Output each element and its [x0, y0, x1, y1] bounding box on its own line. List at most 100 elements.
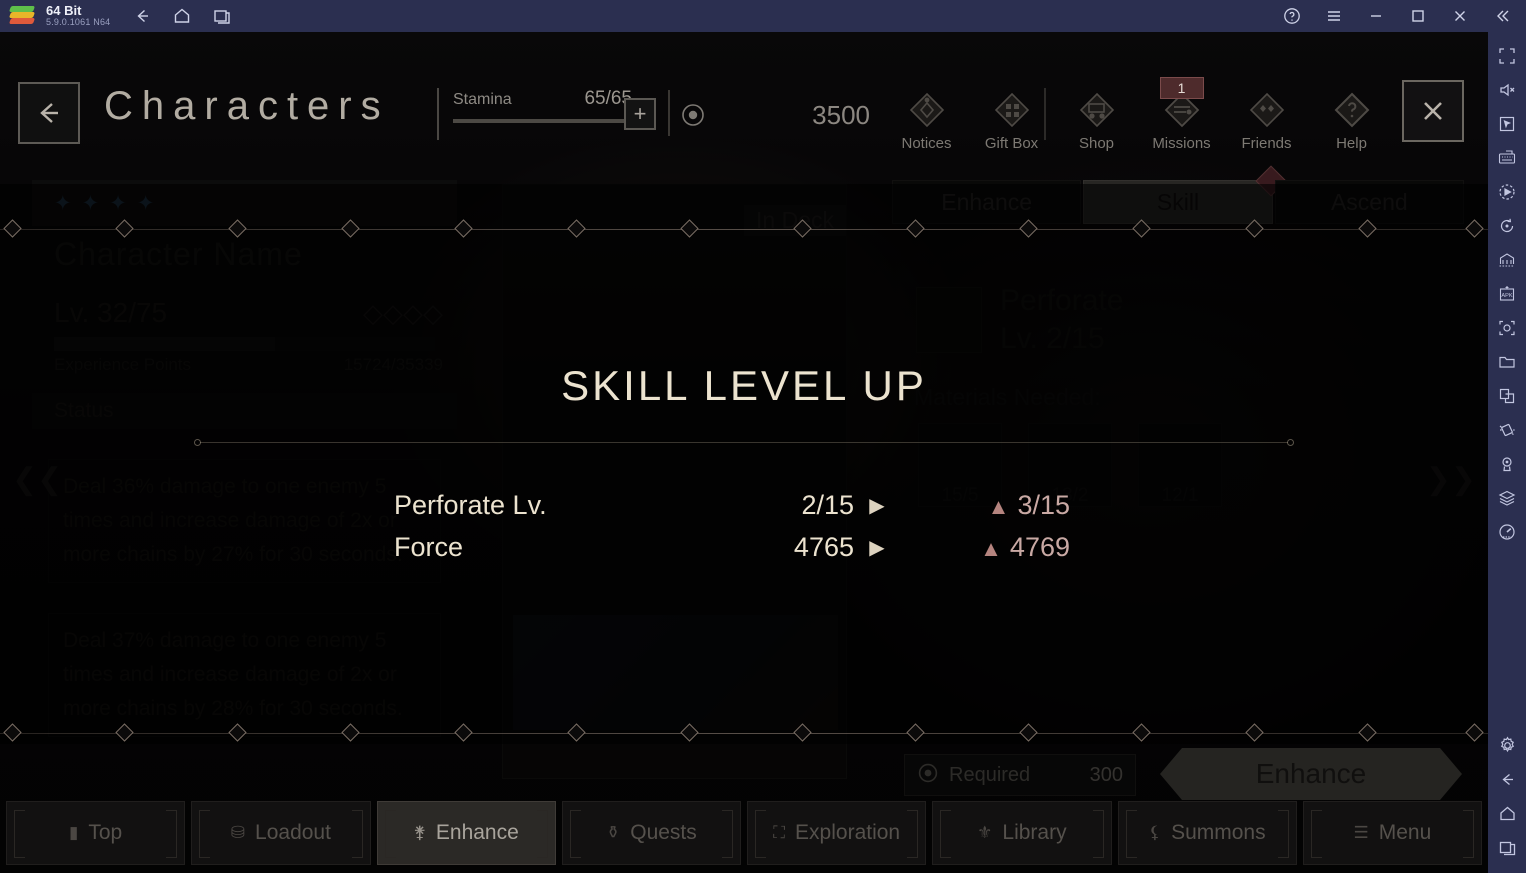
nav-shop[interactable]: Shop: [1054, 87, 1139, 152]
titlebar-window-controls: [1282, 6, 1526, 26]
bottom-nav-top-label: Top: [88, 821, 123, 844]
nav-help[interactable]: Help: [1309, 87, 1394, 152]
nav-giftbox-label: Gift Box: [984, 135, 1039, 152]
bottom-nav-library[interactable]: ⚜ Library: [932, 801, 1112, 865]
media-folder-icon[interactable]: [1492, 346, 1522, 378]
bottom-nav-loadout-label: Loadout: [255, 821, 331, 844]
nav-shop-label: Shop: [1078, 135, 1115, 152]
bottom-nav-top[interactable]: ▮ Top: [6, 801, 186, 865]
modal-row-to-value: 3/15: [1017, 489, 1070, 520]
friends-diamond-icon: [1224, 87, 1309, 133]
stamina-add-button[interactable]: +: [624, 98, 656, 130]
multi-instance-icon[interactable]: [1492, 244, 1522, 276]
modal-row-arrow-icon: ▶: [869, 494, 885, 517]
currency-icon: [680, 102, 706, 128]
required-label: Required: [949, 763, 1031, 786]
exploration-icon: ⛶: [773, 823, 786, 842]
modal-title: SKILL LEVEL UP: [561, 362, 927, 409]
bottom-nav-loadout[interactable]: ⛁ Loadout: [191, 801, 371, 865]
rotate-icon[interactable]: [1492, 210, 1522, 242]
nav-friends-label: Friends: [1241, 135, 1292, 152]
ornament-divider-top: [0, 218, 1488, 240]
nav-missions[interactable]: 1 Missions: [1139, 77, 1224, 152]
svg-text:APK: APK: [1501, 293, 1512, 299]
performance-icon[interactable]: [1492, 516, 1522, 548]
keyboard-icon[interactable]: [1492, 142, 1522, 174]
nav-friends[interactable]: Friends: [1224, 87, 1309, 152]
game-viewport: Characters Stamina 65/65 + 3500 Notices …: [0, 32, 1488, 873]
home-icon[interactable]: [172, 6, 192, 26]
skill-description-next: Deal 37% damage to one enemy 5 times and…: [48, 613, 441, 737]
star-icon: ✦: [54, 191, 72, 215]
modal-stat-rows: Perforate Lv. 2/15 ▶ ▲ 3/15 Force 4765 ▶ …: [394, 484, 1094, 568]
summons-icon: ⚸: [1148, 823, 1162, 842]
shake-icon[interactable]: [1492, 414, 1522, 446]
app-name: 64 Bit: [46, 3, 82, 19]
close-screen-button[interactable]: [1402, 80, 1464, 142]
fullscreen-icon[interactable]: [1492, 40, 1522, 72]
screenshot-icon[interactable]: [1492, 312, 1522, 344]
tab-skill-label: Skill: [1156, 188, 1200, 215]
character-level: Lv. 32/75: [54, 297, 168, 328]
android-back-icon[interactable]: [1492, 763, 1522, 795]
skill-level-up-modal: SKILL LEVEL UP Perforate Lv. 2/15 ▶ ▲ 3/1…: [0, 362, 1488, 568]
modal-row-arrow-icon: ▶: [869, 536, 885, 559]
nav-missions-label: Missions: [1152, 135, 1211, 152]
titlebar-nav-group: [132, 6, 232, 26]
layers-icon[interactable]: [1492, 482, 1522, 514]
menu-icon[interactable]: [1324, 6, 1344, 26]
currency-amount: 3500: [812, 100, 870, 130]
copy-paste-icon[interactable]: [1492, 380, 1522, 412]
skill-name: Perforate: [1000, 284, 1124, 317]
install-apk-icon[interactable]: APK: [1492, 278, 1522, 310]
loadout-icon: ⛁: [230, 823, 246, 842]
required-value: 300: [1089, 763, 1123, 786]
increase-arrow-icon: ▲: [980, 535, 1002, 561]
bluestacks-titlebar: 64 Bit 5.9.0.1061 N64: [0, 0, 1526, 32]
bottom-nav-quests[interactable]: ⚱ Quests: [561, 801, 741, 865]
help-question-icon: [1309, 87, 1394, 133]
android-home-icon[interactable]: [1492, 797, 1522, 829]
back-button[interactable]: [18, 82, 80, 144]
bottom-nav-exploration[interactable]: ⛶ Exploration: [747, 801, 927, 865]
bottom-nav-summons[interactable]: ⚸ Summons: [1117, 801, 1297, 865]
header-nav: Notices Gift Box Shop 1 Missions Friends…: [884, 77, 1394, 152]
android-recents-icon[interactable]: [1492, 831, 1522, 863]
mute-icon[interactable]: [1492, 74, 1522, 106]
star-icon: ✦: [109, 191, 127, 215]
modal-row-to-value: 4769: [1009, 531, 1070, 562]
library-icon: ⚜: [977, 823, 993, 842]
help-icon[interactable]: [1282, 6, 1302, 26]
maximize-icon[interactable]: [1408, 6, 1428, 26]
modal-row-to: ▲ 4769: [900, 532, 1070, 563]
star-icon: ✦: [81, 191, 100, 215]
recents-icon[interactable]: [212, 6, 232, 26]
back-icon[interactable]: [132, 6, 152, 26]
missions-badge: 1: [1159, 77, 1204, 99]
modal-row-label: Force: [394, 531, 464, 562]
location-icon[interactable]: [1492, 448, 1522, 480]
nav-notices-label: Notices: [901, 135, 952, 152]
close-icon[interactable]: [1450, 6, 1470, 26]
star-icon: ✦: [136, 191, 155, 215]
collapse-icon[interactable]: [1492, 6, 1512, 26]
macro-play-icon[interactable]: [1492, 176, 1522, 208]
nav-notices[interactable]: Notices: [884, 87, 969, 152]
settings-gear-icon[interactable]: [1492, 729, 1522, 761]
bottom-nav-menu[interactable]: ☰ Menu: [1302, 801, 1482, 865]
selected-skill-header: Perforate Lv. 2/15: [892, 282, 1464, 358]
enhance-button[interactable]: Enhance: [1160, 748, 1462, 800]
cursor-icon[interactable]: [1492, 108, 1522, 140]
bottom-nav-enhance-label: Enhance: [435, 821, 519, 844]
modal-row-skill-level: Perforate Lv. 2/15 ▶ ▲ 3/15: [394, 484, 1094, 526]
bottom-nav-enhance[interactable]: ⚵ Enhance: [376, 801, 556, 865]
minimize-icon[interactable]: [1366, 6, 1386, 26]
header-divider: [668, 90, 670, 136]
enhance-icon: ⚵: [413, 823, 426, 842]
nav-giftbox[interactable]: Gift Box: [969, 87, 1054, 152]
bluestacks-sidebar: APK: [1488, 32, 1526, 873]
bottom-nav-library-label: Library: [1002, 821, 1067, 844]
menu-icon: ☰: [1353, 823, 1369, 842]
modal-row-from: 2/15: [801, 489, 854, 520]
modal-row-force: Force 4765 ▶ ▲ 4769: [394, 526, 1094, 568]
